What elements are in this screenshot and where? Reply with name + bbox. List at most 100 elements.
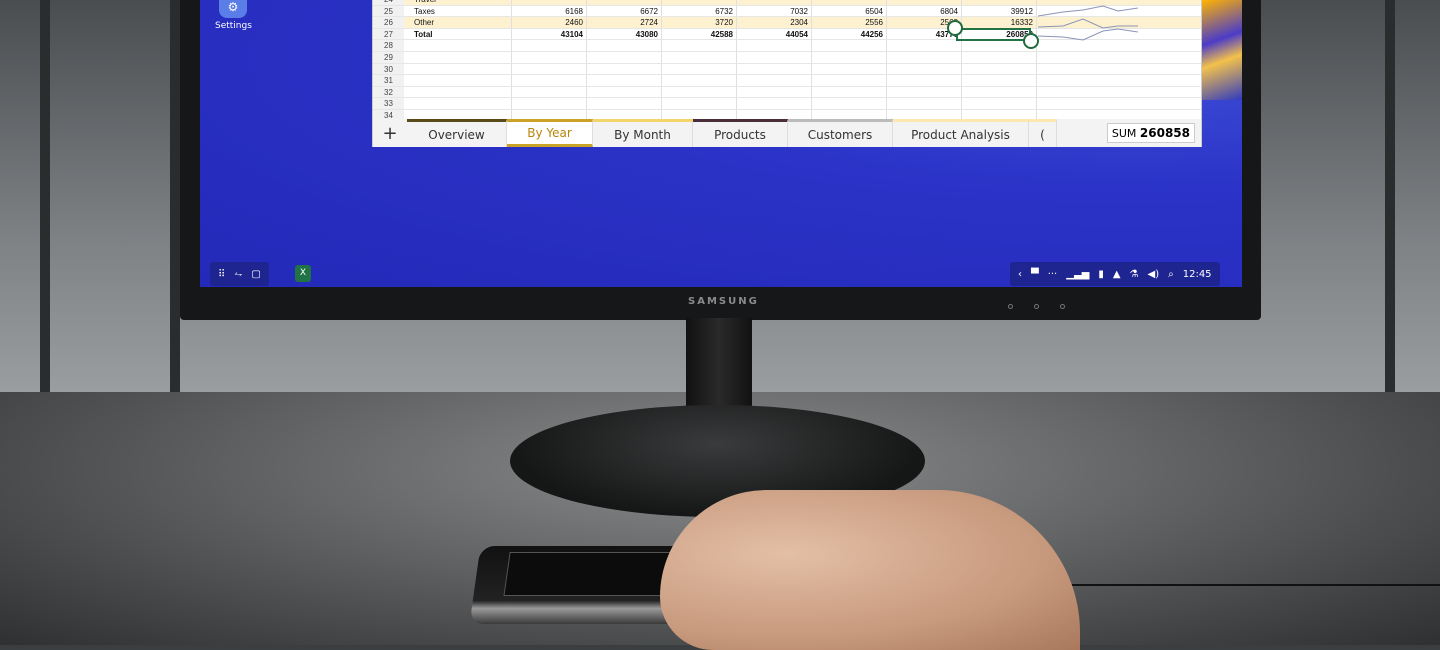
table-cell[interactable] (662, 52, 737, 63)
table-cell[interactable] (887, 40, 962, 51)
table-cell[interactable] (962, 86, 1037, 98)
row-header[interactable]: 26 (373, 17, 404, 28)
table-cell[interactable]: 43104 (512, 28, 587, 40)
tab-by-year[interactable]: By Year (507, 119, 593, 147)
selection-handle[interactable] (1023, 33, 1039, 49)
row-header[interactable]: 29 (373, 52, 404, 63)
table-cell[interactable] (662, 98, 737, 109)
recent-apps-icon[interactable]: ⥊ (234, 269, 242, 280)
table-cell[interactable] (812, 86, 887, 98)
table-cell[interactable] (587, 86, 662, 98)
table-cell[interactable] (887, 98, 962, 109)
table-cell[interactable] (411, 63, 512, 75)
table-cell[interactable] (512, 75, 587, 86)
table-cell[interactable]: 6504 (812, 5, 887, 17)
row-header[interactable]: 33 (373, 98, 404, 109)
monitor-button[interactable] (1060, 304, 1065, 309)
table-cell[interactable] (662, 86, 737, 98)
table-cell[interactable] (737, 40, 812, 51)
row-header[interactable]: 25 (373, 5, 404, 17)
table-cell[interactable]: 2460 (512, 17, 587, 28)
table-cell[interactable] (812, 40, 887, 51)
add-sheet-button[interactable]: + (373, 119, 407, 147)
table-cell[interactable]: 43080 (587, 28, 662, 40)
table-cell[interactable] (962, 63, 1037, 75)
table-cell[interactable]: 44256 (812, 28, 887, 40)
apps-icon[interactable]: ⠿ (218, 269, 225, 280)
table-cell[interactable] (662, 75, 737, 86)
row-header[interactable]: 28 (373, 40, 404, 51)
row-header[interactable]: 30 (373, 63, 404, 75)
lab-icon[interactable]: ⚗ (1130, 269, 1139, 280)
tab-by-month[interactable]: By Month (593, 119, 693, 147)
table-cell[interactable] (812, 0, 887, 5)
table-cell[interactable] (962, 52, 1037, 63)
back-icon[interactable]: ‹ (1018, 269, 1022, 280)
table-cell[interactable] (737, 63, 812, 75)
table-cell[interactable] (512, 63, 587, 75)
row-label[interactable]: Travel (411, 0, 512, 5)
table-cell[interactable] (887, 75, 962, 86)
search-icon[interactable]: ⌕ (1168, 269, 1174, 280)
table-cell[interactable] (512, 86, 587, 98)
row-header[interactable]: 32 (373, 86, 404, 98)
table-cell[interactable] (887, 63, 962, 75)
table-cell[interactable] (587, 0, 662, 5)
more-icon[interactable]: ··· (1048, 269, 1058, 280)
table-cell[interactable]: 2556 (812, 17, 887, 28)
table-cell[interactable] (587, 75, 662, 86)
table-cell[interactable] (737, 0, 812, 5)
excel-icon[interactable]: X (295, 265, 311, 282)
table-cell[interactable] (411, 86, 512, 98)
table-cell[interactable]: 6168 (512, 5, 587, 17)
monitor-button[interactable] (1034, 304, 1039, 309)
table-cell[interactable] (512, 52, 587, 63)
settings-shortcut[interactable]: ⚙ Settings (215, 0, 252, 31)
tab-overview[interactable]: Overview (407, 119, 507, 147)
table-cell[interactable] (587, 52, 662, 63)
table-cell[interactable] (962, 75, 1037, 86)
table-cell[interactable] (887, 52, 962, 63)
table-cell[interactable] (812, 98, 887, 109)
tab-customers[interactable]: Customers (788, 119, 893, 147)
table-cell[interactable]: 3720 (662, 17, 737, 28)
home-icon[interactable]: ▢ (251, 269, 260, 280)
table-cell[interactable] (587, 40, 662, 51)
message-icon[interactable]: ▀ (1031, 269, 1039, 280)
table-cell[interactable] (662, 63, 737, 75)
table-cell[interactable]: 42588 (662, 28, 737, 40)
table-cell[interactable]: 6732 (662, 5, 737, 17)
table-cell[interactable]: 16332 (962, 17, 1037, 28)
table-cell[interactable] (411, 52, 512, 63)
table-cell[interactable] (962, 0, 1037, 5)
table-cell[interactable] (512, 40, 587, 51)
table-cell[interactable] (812, 63, 887, 75)
table-cell[interactable] (737, 52, 812, 63)
table-cell[interactable] (887, 86, 962, 98)
table-cell[interactable] (737, 86, 812, 98)
table-cell[interactable] (737, 98, 812, 109)
table-cell[interactable]: 2724 (587, 17, 662, 28)
table-cell[interactable] (812, 52, 887, 63)
tab-product-analysis[interactable]: Product Analysis (893, 119, 1029, 147)
table-cell[interactable] (587, 98, 662, 109)
volume-icon[interactable]: ◀) (1148, 269, 1160, 280)
table-cell[interactable] (512, 98, 587, 109)
table-cell[interactable] (512, 0, 587, 5)
tab--[interactable]: ( (1029, 119, 1057, 147)
row-header[interactable]: 27 (373, 28, 404, 40)
table-cell[interactable] (662, 0, 737, 5)
row-label[interactable]: Other (411, 17, 512, 28)
row-label[interactable]: Total (411, 28, 512, 40)
table-cell[interactable] (737, 75, 812, 86)
table-cell[interactable] (812, 75, 887, 86)
row-header[interactable]: 31 (373, 75, 404, 86)
monitor-button[interactable] (1008, 304, 1013, 309)
row-header[interactable]: 24 (373, 0, 404, 5)
table-cell[interactable]: 7032 (737, 5, 812, 17)
selected-cell[interactable] (956, 28, 1031, 41)
table-cell[interactable] (587, 63, 662, 75)
row-label[interactable]: Taxes (411, 5, 512, 17)
selection-handle[interactable] (947, 20, 963, 36)
table-cell[interactable]: 6672 (587, 5, 662, 17)
